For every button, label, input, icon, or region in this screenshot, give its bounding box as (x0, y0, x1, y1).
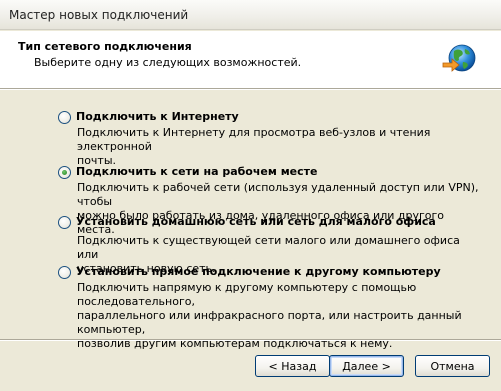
radio-workplace[interactable] (58, 166, 71, 179)
option-direct-connection-label[interactable]: Установить прямое подключение к другому … (76, 265, 441, 278)
description-line: Подключить к существующей сети малого ил… (77, 234, 460, 261)
radio-internet[interactable] (58, 111, 71, 124)
radio-direct-connection[interactable] (58, 266, 71, 279)
description-line: Подключить к рабочей сети (используя уда… (77, 181, 479, 208)
option-internet-description: Подключить к Интернету для просмотра веб… (77, 126, 482, 168)
option-home-network-label[interactable]: Установить домашнюю сеть или сеть для ма… (76, 215, 436, 228)
description-line: Подключить напрямую к другому компьютеру… (77, 281, 417, 308)
globe-connection-icon (442, 44, 476, 72)
back-button[interactable]: < Назад (255, 355, 330, 377)
footer-divider-highlight (0, 340, 501, 341)
cancel-button[interactable]: Отмена (415, 355, 490, 377)
option-internet-label[interactable]: Подключить к Интернету (76, 110, 239, 123)
header-title: Тип сетевого подключения (18, 40, 192, 53)
title-bar[interactable]: Мастер новых подключений (0, 0, 501, 30)
next-button[interactable]: Далее > (329, 355, 404, 377)
window-title: Мастер новых подключений (9, 8, 189, 22)
description-line: Подключить к Интернету для просмотра веб… (77, 126, 431, 153)
description-line: параллельного или инфракрасного порта, и… (77, 309, 462, 336)
header-divider (0, 89, 501, 90)
header-subtitle: Выберите одну из следующих возможностей. (34, 56, 302, 69)
wizard-header: Тип сетевого подключения Выберите одну и… (0, 31, 501, 89)
option-workplace-description: Подключить к рабочей сети (используя уда… (77, 181, 482, 237)
option-workplace-label[interactable]: Подключить к сети на рабочем месте (76, 165, 318, 178)
radio-home-network[interactable] (58, 216, 71, 229)
